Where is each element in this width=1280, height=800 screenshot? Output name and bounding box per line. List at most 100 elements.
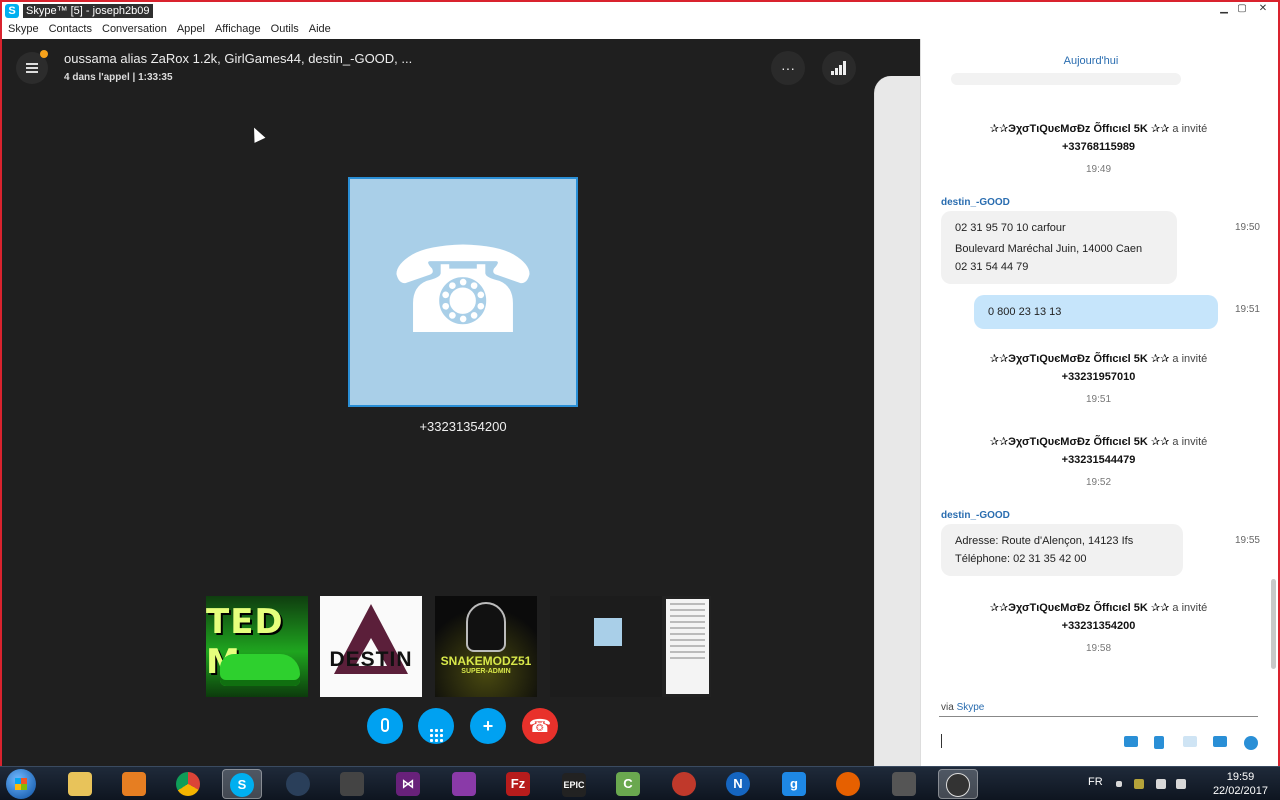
menu-contacts[interactable]: Contacts [47, 23, 98, 35]
message-bubble[interactable]: Adresse: Route d'Alençon, 14123 Ifs Télé… [941, 524, 1183, 576]
microphone-icon [381, 718, 389, 732]
list-icon [26, 63, 38, 73]
mute-button[interactable] [367, 708, 403, 744]
taskbar-explorer[interactable] [60, 769, 100, 799]
chat-scrollbar[interactable] [1271, 579, 1276, 669]
filezilla-icon: Fz [506, 772, 530, 796]
taskbar-filezilla[interactable]: Fz [498, 769, 538, 799]
start-button[interactable] [6, 769, 36, 799]
title-bar[interactable]: S Skype™ [5] - joseph2b09 ▁ ▢ ✕ [2, 2, 1278, 19]
call-title: oussama alias ZaRox 1.2k, GirlGames44, d… [64, 51, 413, 66]
davinci-icon [672, 772, 696, 796]
system-message: ✰✰ЭχσTιQυєMσÐz Õffιcιєl 5K ✰✰ a invité +… [989, 436, 1208, 488]
taskbar-g-app[interactable]: g [774, 769, 814, 799]
thumbnail-text: DESTIN [329, 648, 413, 671]
dialpad-button[interactable] [418, 708, 454, 744]
system-message: ✰✰ЭχσTιQυєMσÐz Õffιcιєl 5K ✰✰ a invité +… [989, 123, 1208, 175]
date-header: Aujourd'hui [1063, 55, 1119, 67]
via-skype-label: via Skype [941, 702, 985, 713]
skype-window: S Skype™ [5] - joseph2b09 ▁ ▢ ✕ Skype Co… [0, 0, 1280, 800]
mouse-cursor-icon [248, 125, 266, 143]
send-contact-icon[interactable] [1213, 736, 1227, 747]
video-message-icon[interactable] [1183, 736, 1197, 747]
system-clock[interactable]: 19:59 22/02/2017 [1213, 770, 1268, 798]
taskbar-game-launcher[interactable] [884, 769, 924, 799]
network-icon[interactable] [1156, 779, 1166, 789]
call-quality-button[interactable] [822, 51, 856, 85]
dialpad-icon [429, 729, 443, 742]
media-player-icon [122, 772, 146, 796]
plus-icon: + [482, 716, 494, 736]
taskbar-n-app[interactable]: N [718, 769, 758, 799]
folder-icon [68, 772, 92, 796]
participant-thumbnail[interactable]: DESTIN [320, 596, 422, 697]
car-image [220, 654, 300, 686]
participant-number: +33231354200 [419, 419, 507, 434]
window-title: Skype™ [5] - joseph2b09 [23, 3, 153, 18]
g-app-icon: g [782, 772, 806, 796]
send-file-icon[interactable] [1154, 736, 1164, 749]
message-sender[interactable]: destin_-GOOD [941, 197, 1010, 208]
minimize-button[interactable]: ▁ [1216, 2, 1232, 16]
screen-share-thumbnail[interactable] [550, 596, 711, 697]
firefox-icon [836, 772, 860, 796]
menu-conversation[interactable]: Conversation [100, 23, 173, 35]
close-button[interactable]: ✕ [1252, 2, 1274, 16]
call-area: oussama alias ZaRox 1.2k, GirlGames44, d… [2, 39, 1232, 800]
skype-icon: S [5, 3, 19, 18]
menu-outils[interactable]: Outils [269, 23, 305, 35]
phone-icon: ☎ [388, 222, 538, 361]
message-bubble[interactable]: 02 31 95 70 10 carfour Boulevard Marécha… [941, 211, 1177, 284]
message-input[interactable] [941, 734, 942, 748]
chat-pane: Aujourd'hui ✰✰ЭχσTιQυєMσÐz Õffιcιєl 5K ✰… [920, 39, 1278, 768]
call-subtitle: 4 dans l'appel | 1:33:35 [64, 72, 173, 83]
tray-app-icon[interactable] [1134, 779, 1144, 789]
epic-games-icon: EPIC [562, 773, 586, 797]
system-message: ✰✰ЭχσTιQυєMσÐz Õffιcιєl 5K ✰✰ a invité +… [989, 353, 1208, 405]
menu-affichage[interactable]: Affichage [213, 23, 267, 35]
menu-appel[interactable]: Appel [175, 23, 211, 35]
visual-studio-preview-icon [452, 772, 476, 796]
menu-aide[interactable]: Aide [307, 23, 337, 35]
maximize-button[interactable]: ▢ [1234, 2, 1250, 16]
taskbar-chrome[interactable] [168, 769, 208, 799]
taskbar-unity[interactable] [332, 769, 372, 799]
taskbar-visual-studio[interactable]: ⋈ [388, 769, 428, 799]
notification-dot [40, 50, 48, 58]
visual-studio-icon: ⋈ [396, 772, 420, 796]
show-hidden-icons-icon[interactable] [1116, 781, 1122, 787]
unity-icon [340, 772, 364, 796]
n-app-icon: N [726, 772, 750, 796]
obs-icon [946, 773, 970, 797]
signal-icon [831, 61, 847, 75]
menu-bar: Skype Contacts Conversation Appel Affich… [2, 19, 1278, 39]
taskbar-epic-games[interactable]: EPIC [554, 769, 594, 799]
participant-thumbnail[interactable]: SNAKEMODZ51 SUPER-ADMIN [435, 596, 537, 697]
volume-icon[interactable] [1176, 779, 1186, 789]
taskbar-firefox[interactable] [828, 769, 868, 799]
language-indicator[interactable]: FR [1088, 776, 1103, 788]
participant-tile[interactable]: ☎ [348, 177, 578, 407]
taskbar-media-player[interactable] [114, 769, 154, 799]
more-options-button[interactable]: ··· [771, 51, 805, 85]
participant-thumbnail[interactable]: TED M [206, 596, 308, 697]
more-icon: ··· [781, 60, 795, 76]
taskbar-steam[interactable] [278, 769, 318, 799]
thumbnail-subtext: SUPER-ADMIN [461, 668, 511, 675]
call-header: oussama alias ZaRox 1.2k, GirlGames44, d… [2, 39, 1232, 800]
taskbar-skype[interactable]: S [222, 769, 262, 799]
message-time: 19:51 [1234, 304, 1260, 315]
taskbar-davinci[interactable] [664, 769, 704, 799]
hang-up-button[interactable]: ☎ [522, 708, 558, 744]
emoticon-icon[interactable] [1244, 736, 1258, 750]
add-participant-button[interactable]: + [470, 708, 506, 744]
taskbar-camtasia[interactable]: C [608, 769, 648, 799]
steam-icon [286, 772, 310, 796]
send-image-icon[interactable] [1124, 736, 1138, 747]
taskbar-visual-studio-preview[interactable] [444, 769, 484, 799]
menu-skype[interactable]: Skype [6, 23, 45, 35]
thumbnail-text: SNAKEMODZ51 [440, 654, 532, 668]
message-bubble-own[interactable]: 0 800 23 13 13 [974, 295, 1218, 329]
taskbar-obs[interactable] [938, 769, 978, 799]
message-sender[interactable]: destin_-GOOD [941, 510, 1010, 521]
